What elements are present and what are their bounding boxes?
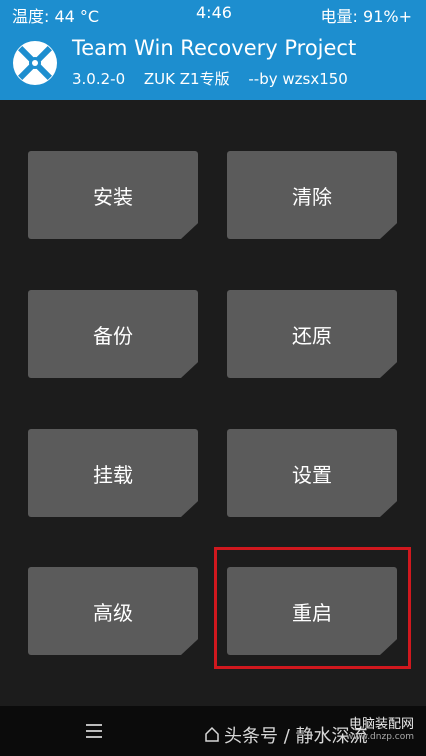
author-label: --by wzsx150: [248, 70, 348, 88]
install-button[interactable]: 安装: [28, 151, 198, 239]
status-battery: 电量: 91%+: [320, 7, 412, 26]
app-subtitle: 3.0.2-0 ZUK Z1专版 --by wzsx150: [72, 68, 362, 89]
twrp-logo-icon: [13, 41, 57, 85]
menu-icon[interactable]: [86, 724, 102, 738]
watermark-site: 电脑装配网: [348, 717, 414, 732]
backup-button[interactable]: 备份: [28, 290, 198, 378]
wipe-button[interactable]: 清除: [227, 151, 397, 239]
home-outline-icon: [205, 726, 219, 742]
watermark-site-url: www.dnzp.com: [345, 732, 414, 742]
restore-button[interactable]: 还原: [227, 290, 397, 378]
twrp-screen: 温度: 44 °C 4:46 电量: 91%+ Team Win Recover…: [0, 0, 426, 756]
device-label: ZUK Z1专版: [143, 70, 230, 88]
version-label: 3.0.2-0: [72, 70, 126, 88]
mount-button[interactable]: 挂载: [28, 429, 198, 517]
settings-button[interactable]: 设置: [227, 429, 397, 517]
advanced-button[interactable]: 高级: [28, 567, 198, 655]
status-bar: 温度: 44 °C 4:46 电量: 91%+: [0, 0, 426, 26]
app-title: Team Win Recovery Project: [72, 36, 357, 60]
header: Team Win Recovery Project 3.0.2-0 ZUK Z1…: [0, 26, 426, 100]
nav-bar: 头条号 / 静水深流 电脑装配网 www.dnzp.com: [0, 706, 426, 756]
reboot-highlight-box: [214, 547, 411, 669]
status-time: 4:46: [196, 3, 232, 22]
status-temperature: 温度: 44 °C: [12, 7, 100, 26]
